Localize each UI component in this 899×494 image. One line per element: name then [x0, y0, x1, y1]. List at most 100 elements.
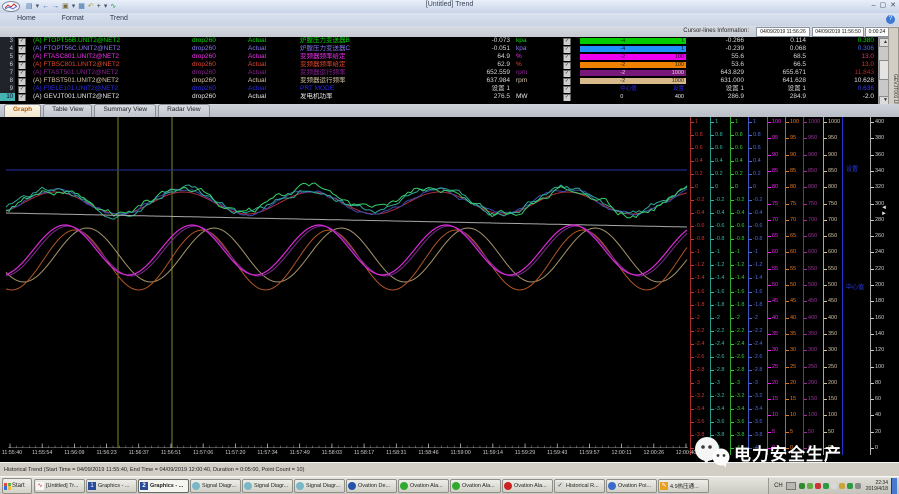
pressure-blue-axis-tick-label: 0.8 — [753, 132, 761, 138]
start-button[interactable]: Start — [2, 478, 32, 494]
cursor-start-field[interactable]: 04/09/2019 11:56:26 — [756, 27, 810, 37]
pressure-blue-axis-tick — [749, 252, 752, 253]
table-row[interactable]: 3✓(A) FTOPT56B.UNIT2@NET2drop260Actual炉膛… — [0, 37, 899, 45]
ribbon-tab-home[interactable]: Home — [14, 14, 39, 23]
cursor-max-value: 0.114 — [748, 37, 806, 45]
taskbar-button[interactable]: Ovation Poi... — [606, 479, 657, 493]
show-desktop-button[interactable] — [891, 478, 897, 494]
scale-min: -2 — [620, 62, 625, 68]
row-scale-checkbox[interactable]: ✓ — [560, 61, 574, 69]
row-visible-checkbox[interactable]: ✓ — [15, 61, 29, 69]
pressure-blue-axis-tick — [749, 305, 752, 306]
windows-logo-icon — [4, 483, 11, 490]
cursor-end-field[interactable]: 04/09/2019 11:56:50 — [812, 27, 864, 37]
minimize-icon[interactable]: – — [872, 1, 876, 10]
cursor-info-label: Cursor-lines Information: — [683, 28, 749, 34]
freq-set-a-axis-tick-label: 35 — [772, 331, 778, 337]
input-language-indicator[interactable]: CH — [774, 483, 783, 489]
printer-icon[interactable] — [786, 482, 796, 490]
taskbar-button[interactable]: ∿[Untitled] Tr... — [34, 479, 85, 493]
furnace-pressure-b-axis-tick — [691, 174, 694, 175]
table-row[interactable]: 10✓(A) GEVJT001.UNIT2@NET2drop260Actual发… — [0, 93, 899, 101]
tray-icon[interactable] — [831, 483, 837, 489]
row-visible-checkbox[interactable]: ✓ — [15, 93, 29, 101]
taskbar-button[interactable]: Signal Diagr... — [242, 479, 293, 493]
taskbar-button[interactable]: Signal Diagr... — [190, 479, 241, 493]
tray-date: 2019/4/18 — [866, 486, 888, 492]
time-tick-label: 11:58:03 — [322, 450, 342, 456]
taskbar-button[interactable]: Ovation Ala... — [398, 479, 449, 493]
axis-pager-arrows[interactable]: ◄ ► — [881, 205, 899, 217]
view-tab-radar-view[interactable]: Radar View — [158, 104, 209, 117]
help-icon[interactable]: ? — [886, 15, 895, 24]
taskbar-button-icon — [608, 482, 616, 490]
taskbar-clock[interactable]: 22:34 2019/4/18 — [866, 480, 888, 492]
scale-max: 1 — [681, 46, 684, 52]
furnace-pressure-b-axis-tick-label: -2 — [695, 315, 700, 321]
taskbar-button-label: Ovation De... — [358, 483, 390, 489]
table-row[interactable]: 5✓(A) FTASC801.UNIT2@NET2drop260Actual变频… — [0, 53, 899, 61]
taskbar-button[interactable]: Ovation Ala... — [450, 479, 501, 493]
taskbar-button[interactable]: Ovation Ala... — [502, 479, 553, 493]
tray-icon[interactable] — [807, 483, 813, 489]
view-tab-graph[interactable]: Graph — [4, 104, 41, 117]
generator-power-axis-tick — [871, 285, 874, 286]
row-scale-checkbox[interactable]: ✓ — [560, 69, 574, 77]
table-row[interactable]: 9✓(A) F0ELE101.UNIT2@NET2drop260ActualPR… — [0, 85, 899, 93]
taskbar-button[interactable]: 2Graphics - ... — [138, 479, 189, 493]
row-scale-checkbox[interactable]: ✓ — [560, 45, 574, 53]
taskbar-button[interactable]: Ovation De... — [346, 479, 397, 493]
row-visible-checkbox[interactable]: ✓ — [15, 69, 29, 77]
tray-icon[interactable] — [823, 483, 829, 489]
row-visible-checkbox[interactable]: ✓ — [15, 37, 29, 45]
row-visible-checkbox[interactable]: ✓ — [15, 77, 29, 85]
row-scale-checkbox[interactable]: ✓ — [560, 37, 574, 45]
trend-graph[interactable]: 10.80.60.40.20-0.2-0.4-0.6-0.8-1-1.2-1.4… — [0, 117, 899, 462]
freq-set-b-axis-tick — [786, 350, 789, 351]
freq-run-b-axis-tick — [824, 204, 827, 205]
maximize-icon[interactable]: ▢ — [880, 1, 887, 10]
row-visible-checkbox[interactable]: ✓ — [15, 85, 29, 93]
freq-set-a-axis-tick-label: 25 — [772, 364, 778, 370]
furnace-pressure-b-axis — [690, 117, 691, 455]
table-row[interactable]: 4✓(A) FTOPT56C.UNIT2@NET2drop260Actual炉膛… — [0, 45, 899, 53]
taskbar-button[interactable]: ✓Historical R... — [554, 479, 605, 493]
cursor-max-value: 66.5 — [748, 61, 806, 69]
tray-icon[interactable] — [839, 483, 845, 489]
taskbar-button[interactable]: 1Graphics - ... — [86, 479, 137, 493]
pressure-blue-axis-tick — [749, 344, 752, 345]
table-row[interactable]: 7✓(A) FTAST501.UNIT2@NET2drop260Actual变频… — [0, 69, 899, 77]
row-scale-checkbox[interactable]: ✓ — [560, 93, 574, 101]
row-scale-checkbox[interactable]: ✓ — [560, 85, 574, 93]
cursor-duration-field[interactable]: 0:00:24 — [865, 27, 889, 37]
row-visible-checkbox[interactable]: ✓ — [15, 45, 29, 53]
close-icon[interactable]: ✕ — [890, 1, 896, 10]
tray-icon[interactable] — [855, 483, 861, 489]
pressure-green-axis-tick-label: -2.8 — [735, 367, 744, 373]
view-tab-table-view[interactable]: Table View — [43, 104, 92, 117]
tray-icon[interactable] — [815, 483, 821, 489]
freq-run-b-axis-tick — [824, 399, 827, 400]
row-scale-checkbox[interactable]: ✓ — [560, 77, 574, 85]
table-row[interactable]: 6✓(A) FTBSC801.UNIT2@NET2drop260Actual变频… — [0, 61, 899, 69]
ribbon-tab-format[interactable]: Format — [59, 14, 87, 23]
scale-range-bar: -41 — [580, 45, 686, 53]
freq-run-a-line — [6, 226, 687, 276]
signal-units: rpm — [516, 77, 548, 85]
freq-run-b-axis-tick — [824, 432, 827, 433]
taskbar-button[interactable]: ✎4.9热压通... — [658, 479, 709, 493]
tray-icon[interactable] — [799, 483, 805, 489]
taskbar-button[interactable]: Signal Diagr... — [294, 479, 345, 493]
cursor-max-value: 68.5 — [748, 53, 806, 61]
furnace-pressure-c-axis-tick — [711, 213, 714, 214]
time-tick-label: 11:55:54 — [32, 450, 52, 456]
row-number: 6 — [0, 61, 15, 69]
row-visible-checkbox[interactable]: ✓ — [15, 53, 29, 61]
time-tick-label: 11:56:51 — [161, 450, 181, 456]
table-row[interactable]: 8✓(A) FTBST501.UNIT2@NET2drop260Actual变频… — [0, 77, 899, 85]
cursor-max-value: 设置 1 — [748, 85, 806, 93]
view-tab-summary-view[interactable]: Summary View — [94, 104, 156, 117]
tray-icon[interactable] — [847, 483, 853, 489]
row-scale-checkbox[interactable]: ✓ — [560, 53, 574, 61]
ribbon-tab-trend[interactable]: Trend — [107, 14, 131, 23]
